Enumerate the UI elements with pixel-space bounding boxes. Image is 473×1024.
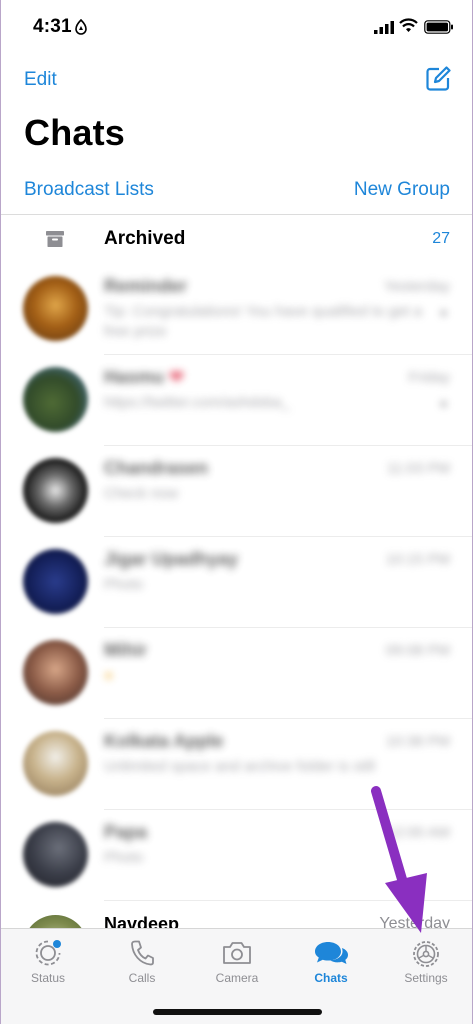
phone-screen: 4:31 Edit Chats Broadcast Lists New Grou… [0, 0, 473, 1024]
chat-row[interactable]: Hasmu ❤ Friday https://twitter.com/ashds… [1, 355, 472, 446]
status-bar: 4:31 [1, 0, 472, 54]
chat-row[interactable]: Mihir 09:08 PM ● [1, 628, 472, 719]
page-title: Chats [24, 112, 126, 153]
avatar [23, 731, 88, 796]
chat-time: 10:38 PM [385, 733, 450, 750]
chat-name: Navdeep [104, 914, 180, 928]
chat-time: Friday [408, 369, 450, 386]
tab-label: Chats [314, 971, 348, 985]
status-icon [35, 940, 61, 966]
tab-label: Camera [215, 971, 259, 985]
chat-row[interactable]: Chandrasen 11:03 PM Check now [1, 446, 472, 537]
chats-icon [315, 942, 348, 964]
chat-row[interactable]: Reminder Yesterday Tip: Congratulations!… [1, 264, 472, 355]
chat-name: Mihir [104, 640, 147, 660]
avatar [23, 367, 88, 432]
tab-calls[interactable]: Calls [95, 929, 189, 989]
archived-row[interactable]: Archived 27 [1, 215, 472, 264]
chat-name: Reminder [104, 276, 188, 296]
chat-time: 10:15 PM [385, 551, 450, 568]
avatar [23, 640, 88, 705]
phone-icon [131, 940, 154, 966]
avatar [23, 458, 88, 523]
avatar [23, 915, 88, 928]
tab-label: Settings [404, 971, 448, 985]
tab-status[interactable]: Status [1, 929, 95, 989]
tab-camera[interactable]: Camera [190, 929, 284, 989]
archived-count: 27 [432, 230, 450, 247]
new-group-link[interactable]: New Group [354, 179, 450, 201]
archive-icon [46, 231, 64, 247]
archived-label: Archived [104, 228, 186, 249]
chat-name: Kolkata Apple [104, 731, 224, 751]
home-indicator [153, 1009, 322, 1015]
chat-name: Chandrasen [104, 458, 209, 478]
chat-preview: Tip: Congratulations! You have qualified… [104, 303, 423, 340]
avatar [23, 276, 88, 341]
chat-preview: ● [104, 667, 114, 684]
battery-icon [424, 20, 453, 34]
chat-preview: Unlimited space and archive folder is st… [104, 758, 375, 775]
chat-preview: Photo [104, 576, 144, 593]
broadcast-lists-link[interactable]: Broadcast Lists [24, 179, 154, 201]
pin-icon: ● [439, 304, 448, 320]
chat-time: 09:08 PM [385, 642, 450, 659]
compose-icon[interactable] [425, 66, 451, 92]
status-time: 4:31 [33, 16, 72, 37]
signal-icon [374, 21, 394, 34]
edit-button[interactable]: Edit [24, 69, 57, 91]
pin-icon: ● [439, 395, 448, 411]
chat-name: Papa [104, 822, 148, 842]
chat-row[interactable]: Jigar Upadhyay 10:15 PM Photo [1, 537, 472, 628]
tab-label: Status [30, 971, 66, 985]
annotation-arrow-icon [371, 786, 427, 933]
location-icon [75, 19, 87, 35]
avatar [23, 822, 88, 887]
chat-preview: Check now [104, 485, 179, 502]
chat-name: Jigar Upadhyay [104, 549, 239, 569]
tab-label: Calls [128, 971, 156, 985]
wifi-icon [399, 18, 418, 32]
chat-preview: https://twitter.com/ashdsba_ [104, 394, 290, 411]
chat-time: 11:03 PM [386, 460, 450, 477]
chat-name: Hasmu ❤ [104, 367, 185, 387]
chat-time: Yesterday [383, 278, 450, 295]
camera-icon [223, 942, 251, 964]
avatar [23, 549, 88, 614]
